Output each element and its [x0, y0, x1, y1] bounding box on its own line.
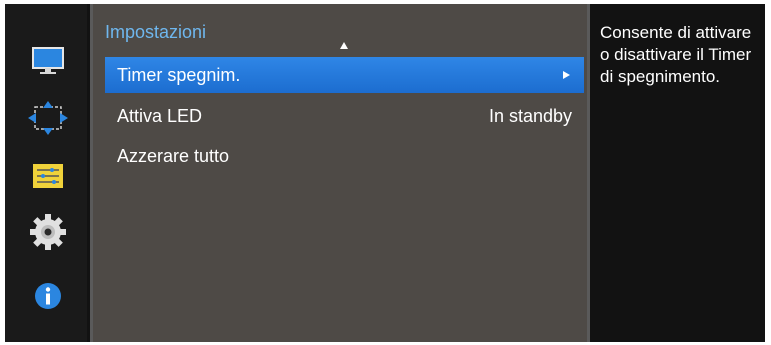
info-icon: [35, 283, 61, 309]
scroll-up-icon[interactable]: [340, 42, 348, 49]
sidebar-item-position[interactable]: [28, 101, 68, 135]
sliders-icon: [33, 164, 63, 188]
help-text: Consente di attivare o disattivare il Ti…: [600, 23, 752, 86]
settings-panel: Impostazioni Timer spegnim. Attiva LED I…: [90, 4, 590, 342]
menu-item-reset-all[interactable]: Azzerare tutto: [105, 138, 584, 174]
osd-window: Impostazioni Timer spegnim. Attiva LED I…: [5, 4, 765, 342]
menu-item-off-timer[interactable]: Timer spegnim.: [105, 57, 584, 93]
menu-item-label: Timer spegnim.: [117, 64, 241, 85]
menu-item-label: Azzerare tutto: [117, 145, 230, 166]
sidebar-item-system[interactable]: [28, 214, 68, 250]
sidebar: [5, 4, 87, 342]
menu-item-label: Attiva LED: [117, 105, 203, 126]
chevron-right-icon: [563, 71, 570, 79]
monitor-icon: [32, 47, 64, 74]
sidebar-item-information[interactable]: [28, 279, 68, 313]
arrows-icon: [28, 101, 68, 135]
gear-icon: [30, 214, 66, 250]
menu-item-power-led[interactable]: Attiva LED In standby: [105, 98, 584, 134]
panel-title: Impostazioni: [105, 22, 207, 42]
menu-item-value: In standby: [488, 105, 572, 126]
sidebar-item-picture[interactable]: [28, 44, 68, 78]
sidebar-item-menu[interactable]: [28, 159, 68, 193]
